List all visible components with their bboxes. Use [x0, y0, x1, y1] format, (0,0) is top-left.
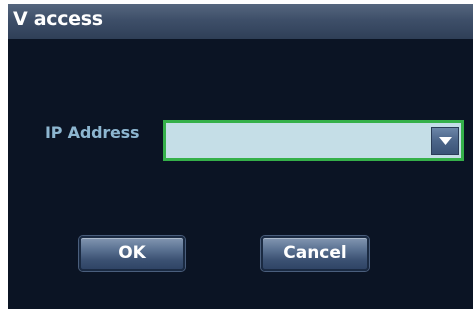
- v-access-dialog: V access IP Address OK Cancel: [8, 4, 473, 309]
- chevron-down-icon: [439, 137, 452, 145]
- dialog-title: V access: [13, 8, 103, 30]
- ok-button[interactable]: OK: [79, 236, 185, 271]
- title-bar: V access: [8, 4, 473, 39]
- ip-address-label: IP Address: [45, 123, 140, 142]
- ip-address-input[interactable]: [166, 123, 429, 158]
- ip-address-dropdown-button[interactable]: [431, 127, 459, 155]
- dialog-body: [8, 39, 473, 309]
- cancel-button[interactable]: Cancel: [261, 236, 369, 271]
- ip-address-combobox[interactable]: [163, 120, 464, 161]
